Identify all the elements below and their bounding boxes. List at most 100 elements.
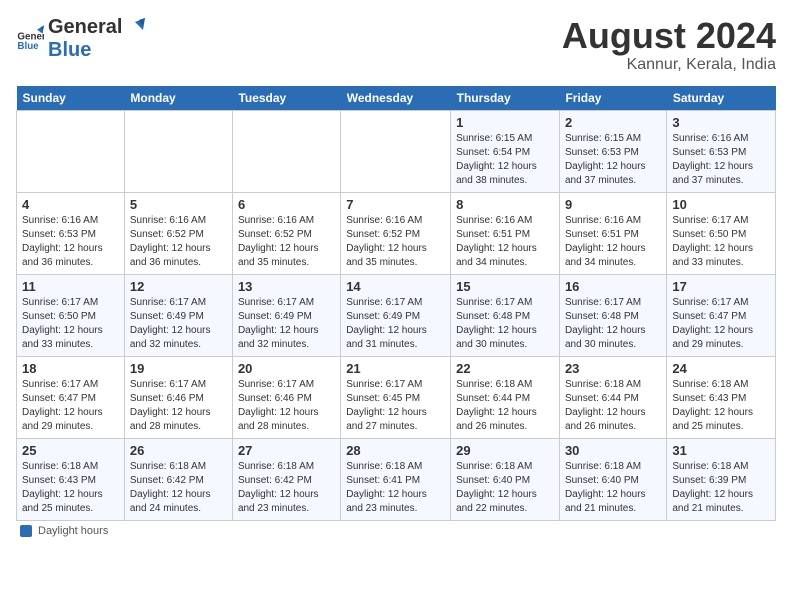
col-sunday: Sunday xyxy=(17,86,125,111)
day-number: 24 xyxy=(672,361,770,376)
calendar-week-row: 18Sunrise: 6:17 AM Sunset: 6:47 PM Dayli… xyxy=(17,356,776,438)
day-info: Sunrise: 6:18 AM Sunset: 6:44 PM Dayligh… xyxy=(456,378,554,434)
day-info: Sunrise: 6:17 AM Sunset: 6:50 PM Dayligh… xyxy=(22,296,119,352)
table-row: 5Sunrise: 6:16 AM Sunset: 6:52 PM Daylig… xyxy=(124,192,232,274)
day-number: 21 xyxy=(346,361,445,376)
calendar-week-row: 4Sunrise: 6:16 AM Sunset: 6:53 PM Daylig… xyxy=(17,192,776,274)
day-info: Sunrise: 6:17 AM Sunset: 6:47 PM Dayligh… xyxy=(672,296,770,352)
col-friday: Friday xyxy=(559,86,666,111)
logo-bird-icon xyxy=(123,18,145,40)
table-row: 27 Sunrise: 6:18 AM Sunset: 6:42 PM Dayli… xyxy=(232,438,340,520)
day-info: Sunrise: 6:17 AM Sunset: 6:49 PM Dayligh… xyxy=(238,296,335,352)
day-info: Sunrise: 6:18 AM Sunset: 6:39 PM Dayligh… xyxy=(672,460,770,516)
col-saturday: Saturday xyxy=(667,86,776,111)
table-row: 4Sunrise: 6:16 AM Sunset: 6:53 PM Daylig… xyxy=(17,192,125,274)
table-row: 18Sunrise: 6:17 AM Sunset: 6:47 PM Dayli… xyxy=(17,356,125,438)
day-info: Sunrise: 6:17 AM Sunset: 6:49 PM Dayligh… xyxy=(346,296,445,352)
day-info: Sunrise: 6:16 AM Sunset: 6:51 PM Dayligh… xyxy=(565,214,661,270)
table-row: 3Sunrise: 6:16 AM Sunset: 6:53 PM Daylig… xyxy=(667,110,776,192)
day-info: Sunrise: 6:16 AM Sunset: 6:51 PM Dayligh… xyxy=(456,214,554,270)
table-row: 1 Sunrise: 6:15 AM Sunset: 6:54 PM Daylig… xyxy=(451,110,560,192)
day-number: 16 xyxy=(565,279,661,294)
logo-general: General xyxy=(48,16,122,40)
day-number: 1 xyxy=(456,115,554,130)
day-info: Sunrise: 6:16 AM Sunset: 6:52 PM Dayligh… xyxy=(238,214,335,270)
footer-legend-dot xyxy=(20,525,32,537)
day-number: 6 xyxy=(238,197,335,212)
table-row: 28 Sunrise: 6:18 AM Sunset: 6:41 PM Dayli… xyxy=(341,438,451,520)
day-number: 8 xyxy=(456,197,554,212)
calendar-week-row: 1 Sunrise: 6:15 AM Sunset: 6:54 PM Daylig… xyxy=(17,110,776,192)
day-number: 30 xyxy=(565,443,661,458)
day-number: 14 xyxy=(346,279,445,294)
table-row: 12Sunrise: 6:17 AM Sunset: 6:49 PM Dayli… xyxy=(124,274,232,356)
day-info: Sunrise: 6:18 AM Sunset: 6:40 PM Dayligh… xyxy=(565,460,661,516)
page-subtitle: Kannur, Kerala, India xyxy=(562,56,776,74)
title-block: August 2024 Kannur, Kerala, India xyxy=(562,16,776,74)
day-number: 23 xyxy=(565,361,661,376)
table-row xyxy=(17,110,125,192)
day-info: Sunrise: 6:15 AM Sunset: 6:53 PM Dayligh… xyxy=(565,132,661,188)
table-row: 17 Sunrise: 6:17 AM Sunset: 6:47 PM Dayli… xyxy=(667,274,776,356)
day-number: 25 xyxy=(22,443,119,458)
logo-icon: General Blue xyxy=(16,24,44,52)
table-row: 7Sunrise: 6:16 AM Sunset: 6:52 PM Daylig… xyxy=(341,192,451,274)
day-info: Sunrise: 6:18 AM Sunset: 6:41 PM Dayligh… xyxy=(346,460,445,516)
day-number: 22 xyxy=(456,361,554,376)
day-info: Sunrise: 6:17 AM Sunset: 6:50 PM Dayligh… xyxy=(672,214,770,270)
day-info: Sunrise: 6:17 AM Sunset: 6:46 PM Dayligh… xyxy=(238,378,335,434)
day-info: Sunrise: 6:18 AM Sunset: 6:43 PM Dayligh… xyxy=(672,378,770,434)
svg-text:Blue: Blue xyxy=(17,41,39,52)
day-info: Sunrise: 6:17 AM Sunset: 6:48 PM Dayligh… xyxy=(565,296,661,352)
day-number: 5 xyxy=(130,197,227,212)
calendar-week-row: 11Sunrise: 6:17 AM Sunset: 6:50 PM Dayli… xyxy=(17,274,776,356)
table-row: 29Sunrise: 6:18 AM Sunset: 6:40 PM Dayli… xyxy=(451,438,560,520)
day-number: 18 xyxy=(22,361,119,376)
day-info: Sunrise: 6:18 AM Sunset: 6:40 PM Dayligh… xyxy=(456,460,554,516)
day-number: 27 xyxy=(238,443,335,458)
day-number: 2 xyxy=(565,115,661,130)
footer-label: Daylight hours xyxy=(38,525,108,537)
table-row: 6 Sunrise: 6:16 AM Sunset: 6:52 PM Daylig… xyxy=(232,192,340,274)
day-info: Sunrise: 6:18 AM Sunset: 6:42 PM Dayligh… xyxy=(130,460,227,516)
col-thursday: Thursday xyxy=(451,86,560,111)
table-row: 23 Sunrise: 6:18 AM Sunset: 6:44 PM Dayli… xyxy=(559,356,666,438)
table-row: 30 Sunrise: 6:18 AM Sunset: 6:40 PM Dayli… xyxy=(559,438,666,520)
day-info: Sunrise: 6:18 AM Sunset: 6:43 PM Dayligh… xyxy=(22,460,119,516)
table-row: 11Sunrise: 6:17 AM Sunset: 6:50 PM Dayli… xyxy=(17,274,125,356)
table-row: 31 Sunrise: 6:18 AM Sunset: 6:39 PM Dayli… xyxy=(667,438,776,520)
day-info: Sunrise: 6:16 AM Sunset: 6:53 PM Dayligh… xyxy=(22,214,119,270)
day-number: 19 xyxy=(130,361,227,376)
calendar-table: Sunday Monday Tuesday Wednesday Thursday… xyxy=(16,86,776,521)
day-number: 3 xyxy=(672,115,770,130)
day-number: 7 xyxy=(346,197,445,212)
col-monday: Monday xyxy=(124,86,232,111)
day-number: 28 xyxy=(346,443,445,458)
day-info: Sunrise: 6:18 AM Sunset: 6:44 PM Dayligh… xyxy=(565,378,661,434)
col-wednesday: Wednesday xyxy=(341,86,451,111)
table-row: 22 Sunrise: 6:18 AM Sunset: 6:44 PM Dayli… xyxy=(451,356,560,438)
table-row: 19Sunrise: 6:17 AM Sunset: 6:46 PM Dayli… xyxy=(124,356,232,438)
table-row: 26 Sunrise: 6:18 AM Sunset: 6:42 PM Dayli… xyxy=(124,438,232,520)
table-row: 24 Sunrise: 6:18 AM Sunset: 6:43 PM Dayli… xyxy=(667,356,776,438)
day-info: Sunrise: 6:15 AM Sunset: 6:54 PM Dayligh… xyxy=(456,132,554,188)
day-number: 31 xyxy=(672,443,770,458)
day-info: Sunrise: 6:18 AM Sunset: 6:42 PM Dayligh… xyxy=(238,460,335,516)
table-row: 16 Sunrise: 6:17 AM Sunset: 6:48 PM Dayli… xyxy=(559,274,666,356)
calendar-week-row: 25 Sunrise: 6:18 AM Sunset: 6:43 PM Dayli… xyxy=(17,438,776,520)
table-row: 15Sunrise: 6:17 AM Sunset: 6:48 PM Dayli… xyxy=(451,274,560,356)
day-number: 9 xyxy=(565,197,661,212)
table-row: 9 Sunrise: 6:16 AM Sunset: 6:51 PM Daylig… xyxy=(559,192,666,274)
table-row: 13Sunrise: 6:17 AM Sunset: 6:49 PM Dayli… xyxy=(232,274,340,356)
day-number: 17 xyxy=(672,279,770,294)
day-info: Sunrise: 6:17 AM Sunset: 6:45 PM Dayligh… xyxy=(346,378,445,434)
footer: Daylight hours xyxy=(16,525,776,537)
table-row: 8 Sunrise: 6:16 AM Sunset: 6:51 PM Daylig… xyxy=(451,192,560,274)
day-info: Sunrise: 6:17 AM Sunset: 6:49 PM Dayligh… xyxy=(130,296,227,352)
day-number: 26 xyxy=(130,443,227,458)
table-row xyxy=(124,110,232,192)
day-number: 15 xyxy=(456,279,554,294)
page-title: August 2024 xyxy=(562,16,776,56)
table-row: 25 Sunrise: 6:18 AM Sunset: 6:43 PM Dayli… xyxy=(17,438,125,520)
day-number: 20 xyxy=(238,361,335,376)
